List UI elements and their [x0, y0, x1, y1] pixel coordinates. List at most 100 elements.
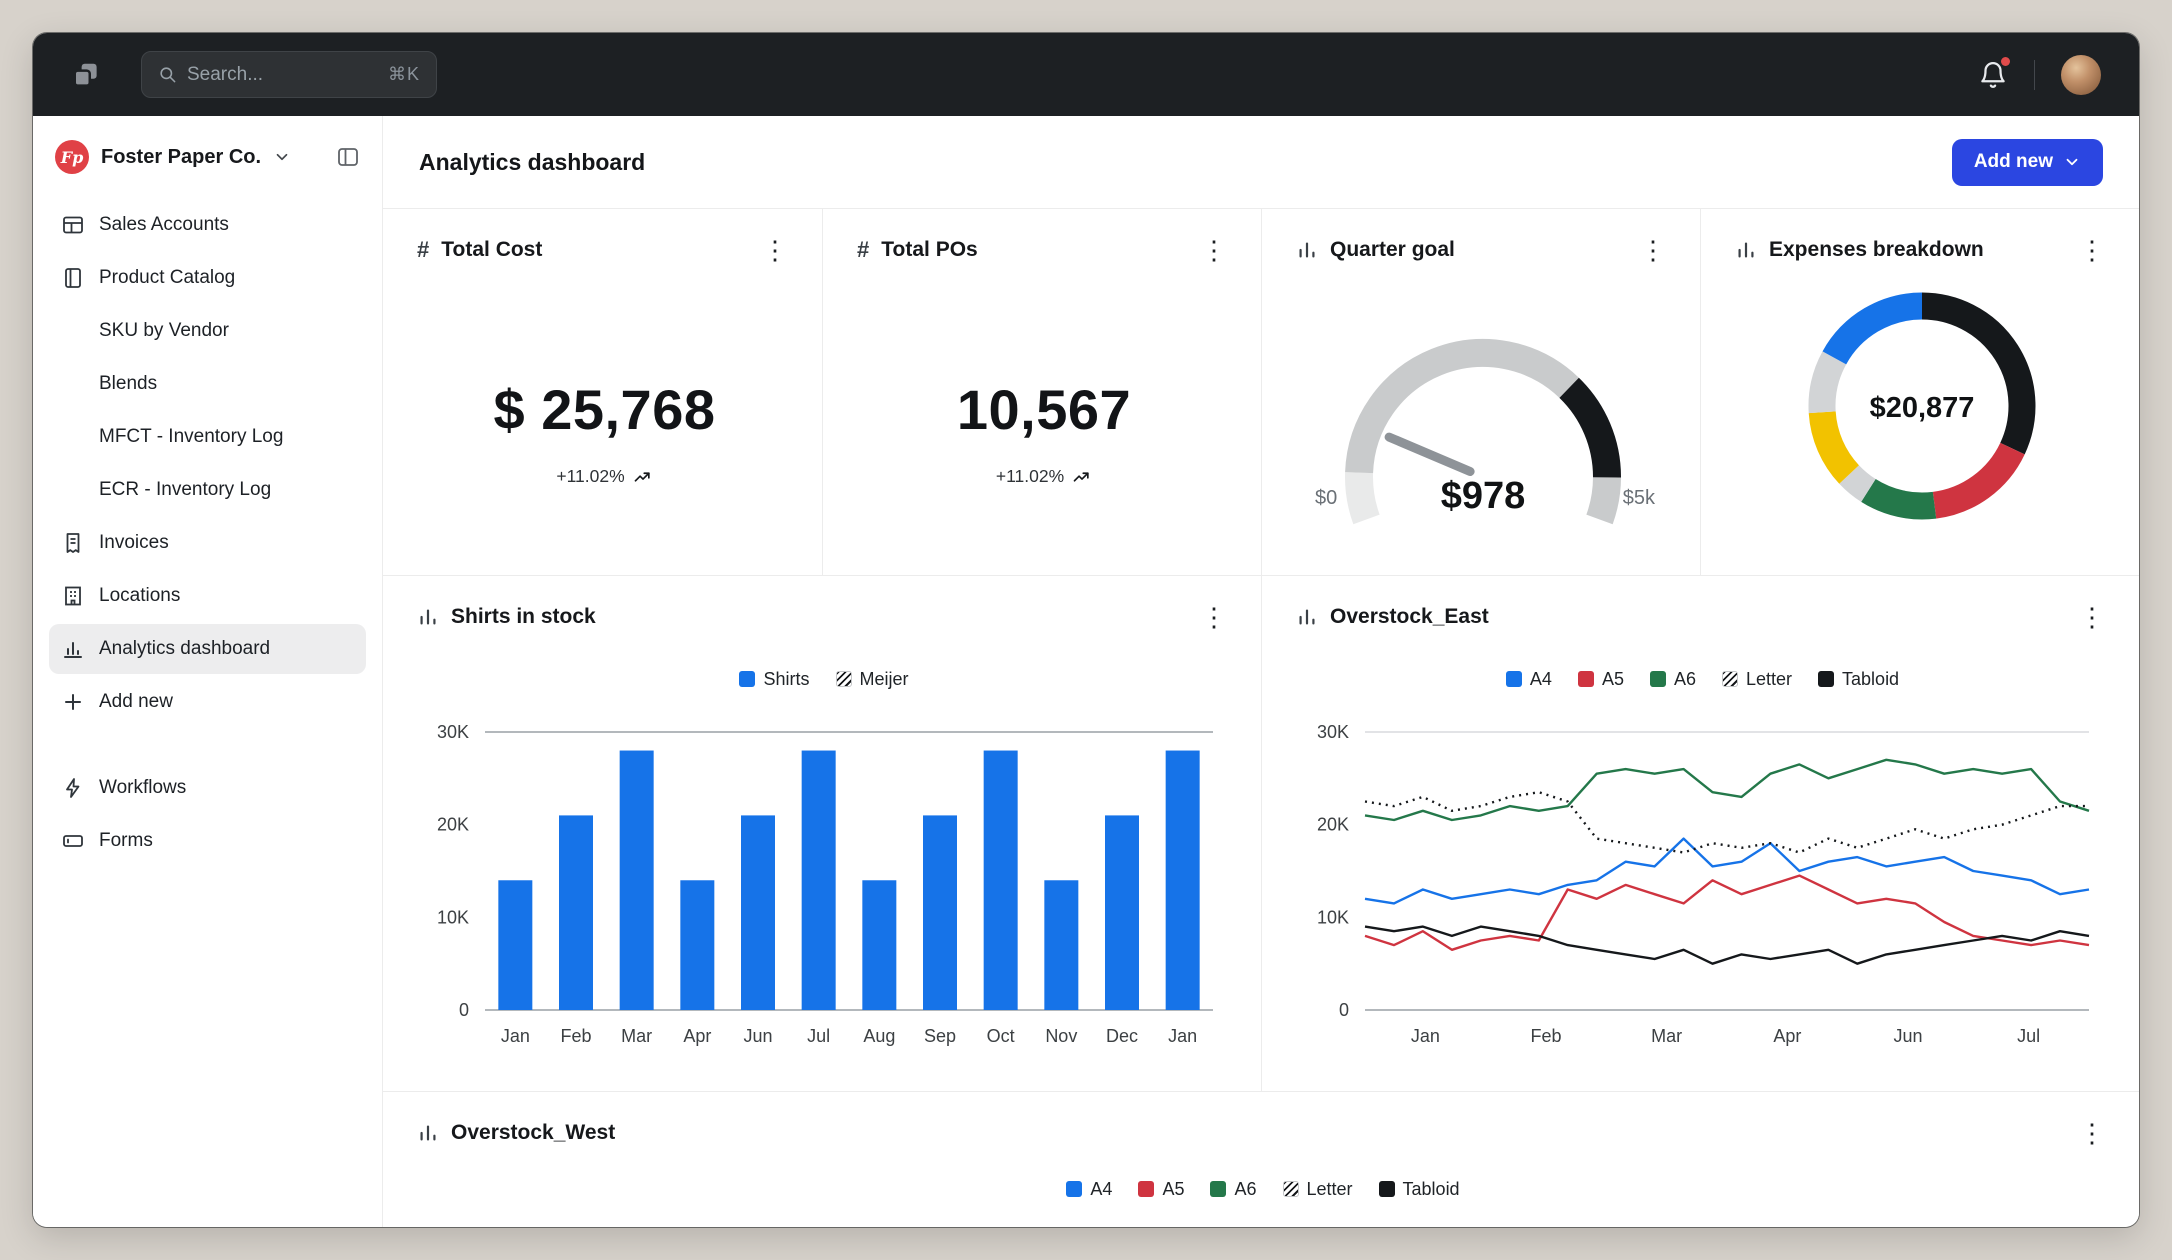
topbar: ⌘K	[33, 33, 2139, 116]
svg-text:Apr: Apr	[683, 1026, 711, 1046]
bar-chart-icon	[61, 637, 85, 661]
sidebar-item-label: SKU by Vendor	[99, 320, 229, 341]
gauge-chart: $0 $5k $978	[1303, 305, 1663, 555]
chevron-down-icon	[273, 148, 291, 166]
svg-text:Sep: Sep	[924, 1026, 956, 1046]
svg-text:Jun: Jun	[743, 1026, 772, 1046]
sidebar-item-product-catalog[interactable]: Product Catalog	[49, 253, 366, 303]
svg-text:Jan: Jan	[1410, 1026, 1439, 1046]
legend-item[interactable]: Tabloid	[1818, 669, 1899, 690]
bar-chart-icon	[1296, 606, 1318, 628]
legend-item[interactable]: A6	[1649, 669, 1696, 690]
sidebar-collapse-icon[interactable]	[336, 145, 360, 169]
legend-label: A4	[1090, 1178, 1113, 1199]
sidebar-item-label: Workflows	[99, 777, 187, 798]
svg-text:Apr: Apr	[1773, 1026, 1801, 1046]
legend-label: Tabloid	[1402, 1178, 1460, 1199]
sidebar-item-mfct-inventory-log[interactable]: MFCT - Inventory Log	[49, 412, 366, 462]
sidebar-item-sales-accounts[interactable]: Sales Accounts	[49, 200, 366, 250]
legend-swatch	[1722, 671, 1738, 687]
kebab-menu-icon[interactable]: ⋮	[1197, 604, 1231, 630]
card-title: Total POs	[881, 238, 978, 261]
legend-item[interactable]: A4	[1066, 1179, 1112, 1200]
add-new-button[interactable]: Add new	[1951, 138, 2103, 186]
card-title: Overstock_West	[451, 1121, 616, 1144]
sidebar-item-forms[interactable]: Forms	[49, 816, 366, 866]
user-avatar[interactable]	[2061, 54, 2101, 95]
legend-item[interactable]: A4	[1505, 669, 1552, 690]
dashboard-grid: # Total Cost ⋮ $ 25,768 +11.02% # Total …	[383, 208, 2139, 1227]
company-switcher[interactable]: Fp Foster Paper Co.	[49, 134, 366, 184]
topbar-divider	[2034, 59, 2035, 90]
kebab-menu-icon[interactable]: ⋮	[2075, 1120, 2109, 1146]
hash-icon: #	[857, 237, 870, 262]
overstock-east-line-chart: 0 10K 20K 30K Jan Feb Mar Apr Jun Jul	[1316, 722, 2089, 1046]
building-icon	[61, 584, 85, 608]
kebab-menu-icon[interactable]: ⋮	[2075, 237, 2109, 263]
legend-item[interactable]: Letter	[1722, 669, 1792, 690]
stat-delta: +11.02%	[857, 466, 1231, 487]
delta-text: +11.02%	[556, 466, 625, 486]
svg-text:10K: 10K	[437, 907, 469, 927]
sidebar-item-ecr-inventory-log[interactable]: ECR - Inventory Log	[49, 465, 366, 515]
legend-item[interactable]: Letter	[1282, 1179, 1353, 1200]
svg-text:Jul: Jul	[807, 1026, 830, 1046]
main-header: Analytics dashboard Add new	[383, 116, 2139, 208]
bar-chart-icon	[417, 606, 439, 628]
svg-text:10K: 10K	[1316, 907, 1348, 927]
legend-swatch	[1282, 1181, 1299, 1197]
plus-icon	[61, 690, 85, 714]
legend-swatch	[1066, 1181, 1083, 1197]
chart-legend: Shirts Meijer	[417, 668, 1231, 690]
svg-text:Jul: Jul	[2017, 1026, 2040, 1046]
svg-text:Jun: Jun	[1893, 1026, 1922, 1046]
bar-chart-icon	[417, 1122, 439, 1144]
sidebar-item-add-new[interactable]: Add new	[49, 677, 366, 727]
sidebar-item-sku-by-vendor[interactable]: SKU by Vendor	[49, 306, 366, 356]
card-title: Expenses breakdown	[1769, 238, 1984, 261]
total-pos-card: # Total POs ⋮ 10,567 +11.02%	[822, 209, 1261, 575]
kebab-menu-icon[interactable]: ⋮	[758, 237, 792, 263]
notifications-bell-icon[interactable]	[1978, 56, 2010, 90]
company-name: Foster Paper Co.	[101, 145, 262, 168]
sidebar-item-workflows[interactable]: Workflows	[49, 763, 366, 813]
legend-swatch	[1210, 1181, 1227, 1197]
kebab-menu-icon[interactable]: ⋮	[2075, 604, 2109, 630]
sidebar-item-analytics-dashboard[interactable]: Analytics dashboard	[49, 624, 366, 674]
bar-chart-icon	[1296, 239, 1318, 261]
svg-text:20K: 20K	[1316, 815, 1348, 835]
legend-swatch	[1378, 1181, 1395, 1197]
legend-item[interactable]: A5	[1577, 669, 1624, 690]
search-input[interactable]	[187, 63, 378, 86]
sidebar-item-locations[interactable]: Locations	[49, 571, 366, 621]
search-icon	[160, 67, 176, 83]
book-icon	[61, 266, 85, 290]
hash-icon: #	[417, 237, 430, 262]
chart-legend: A4 A5 A6 Letter Tabloid	[417, 1178, 2109, 1200]
chevron-down-icon	[2066, 158, 2078, 166]
kebab-menu-icon[interactable]: ⋮	[1197, 237, 1231, 263]
svg-text:Mar: Mar	[1651, 1026, 1682, 1046]
stat-delta: +11.02%	[417, 466, 792, 487]
legend-item[interactable]: Meijer	[835, 669, 909, 690]
svg-text:30K: 30K	[437, 722, 469, 742]
legend-swatch	[1505, 671, 1522, 687]
legend-item[interactable]: A6	[1210, 1179, 1257, 1200]
sidebar-item-label: Product Catalog	[99, 267, 236, 288]
company-logo: Fp	[55, 140, 89, 174]
legend-item[interactable]: A5	[1138, 1179, 1184, 1200]
kebab-menu-icon[interactable]: ⋮	[1636, 237, 1670, 263]
legend-item[interactable]: Tabloid	[1378, 1178, 1460, 1200]
legend-swatch	[1577, 671, 1594, 687]
svg-text:20K: 20K	[437, 815, 469, 835]
legend-item[interactable]: Shirts	[739, 668, 810, 690]
legend-label: Tabloid	[1842, 668, 1900, 689]
search-box[interactable]: ⌘K	[141, 51, 437, 98]
windows-overlap-icon[interactable]	[71, 60, 101, 90]
expenses-breakdown-card: Expenses breakdown ⋮ $20,877	[1700, 209, 2139, 575]
sidebar-item-invoices[interactable]: Invoices	[49, 518, 366, 568]
sidebar-item-blends[interactable]: Blends	[49, 359, 366, 409]
legend-label: Shirts	[763, 668, 810, 689]
legend-swatch	[1649, 671, 1666, 687]
trend-up-icon	[1073, 471, 1089, 482]
